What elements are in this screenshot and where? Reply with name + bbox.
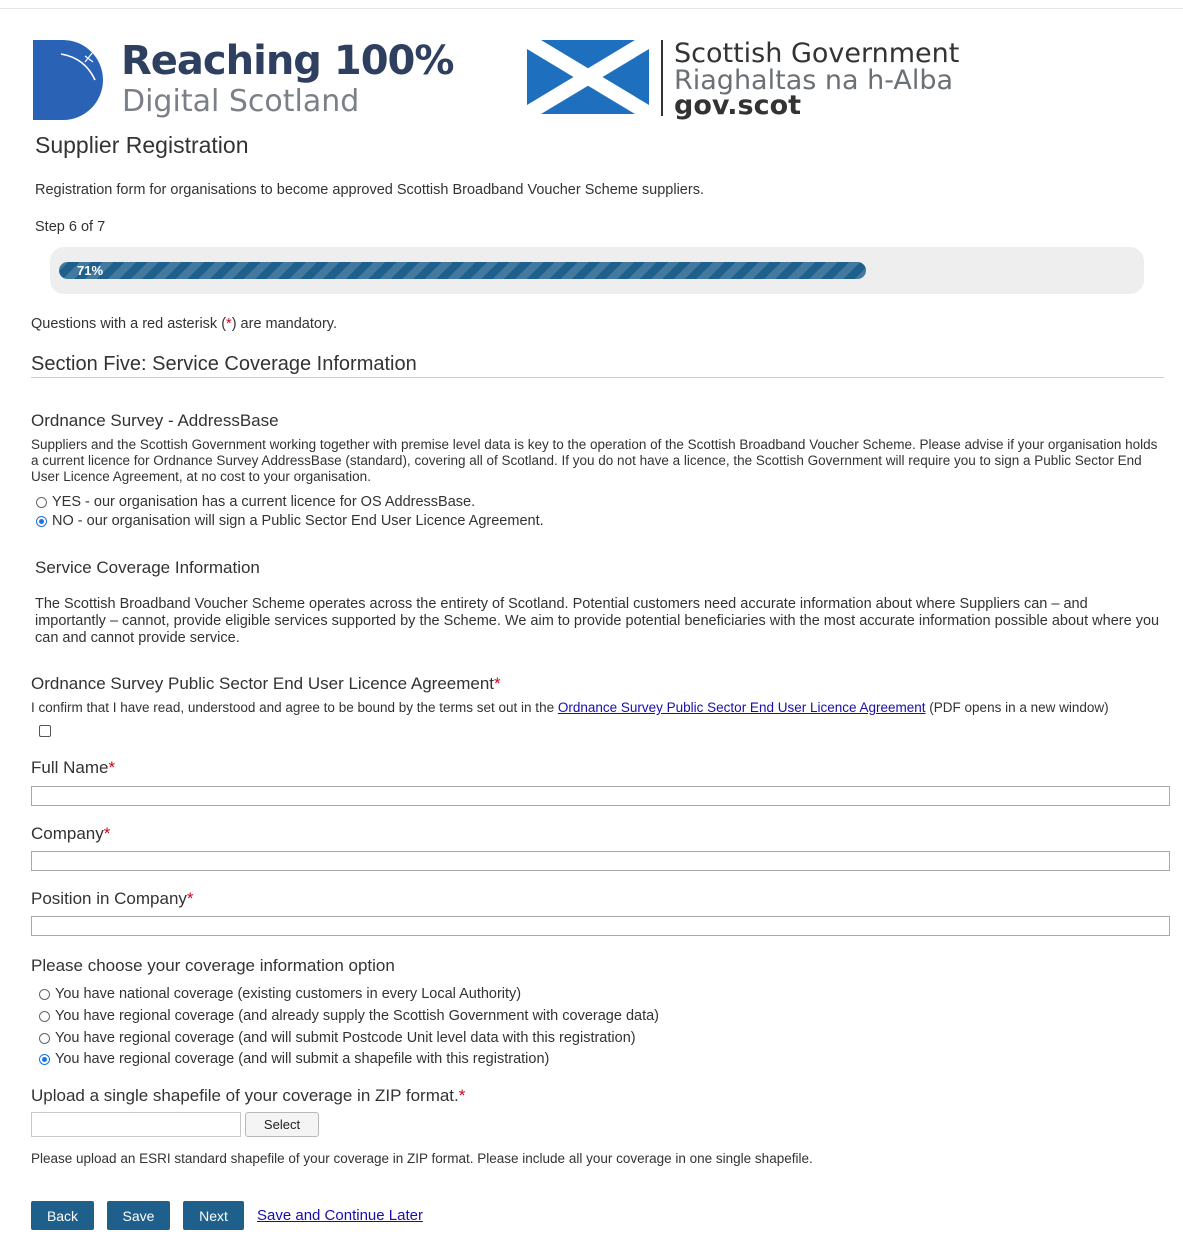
coverage-option-national[interactable]: You have national coverage (existing cus… (39, 986, 521, 1002)
full-name-label-text: Full Name (31, 758, 109, 777)
radio-label: You have national coverage (existing cus… (55, 986, 522, 1002)
reaching-100-logo-mark-icon (33, 40, 103, 120)
addressbase-option-yes[interactable]: YES - our organisation has a current lic… (36, 494, 475, 510)
radio-label: YES - our organisation has a current lic… (52, 494, 476, 510)
save-continue-later-link[interactable]: Save and Continue Later (257, 1207, 423, 1224)
progress-bar: 71% (50, 247, 1144, 294)
logo-divider (661, 40, 663, 116)
required-star: * (494, 674, 501, 693)
coverage-option-regional-postcode[interactable]: You have regional coverage (and will sub… (39, 1030, 636, 1046)
radio-button[interactable] (39, 988, 50, 1000)
required-star: * (108, 758, 116, 777)
section-divider (31, 377, 1164, 378)
save-button[interactable]: Save (107, 1201, 170, 1230)
next-button[interactable]: Next (183, 1201, 244, 1230)
full-name-input[interactable] (31, 786, 1170, 806)
back-button[interactable]: Back (31, 1201, 94, 1230)
top-border (0, 8, 1183, 9)
radio-button[interactable] (39, 1032, 50, 1044)
page-title: Supplier Registration (35, 132, 249, 158)
logo-subtitle: Digital Scotland (122, 84, 360, 119)
licence-heading: Ordnance Survey Public Sector End User L… (31, 674, 501, 694)
logo-title: Reaching 100% (121, 38, 454, 84)
company-label: Company* (31, 824, 110, 844)
radio-button[interactable] (39, 1010, 50, 1022)
mandatory-note-after: ) are mandatory. (231, 316, 337, 332)
licence-agreement-link[interactable]: Ordnance Survey Public Sector End User L… (558, 700, 926, 715)
position-label: Position in Company* (31, 889, 194, 909)
section-title: Section Five: Service Coverage Informati… (31, 353, 417, 375)
mandatory-note-before: Questions with a red asterisk ( (31, 316, 227, 332)
step-indicator: Step 6 of 7 (35, 219, 106, 235)
coverage-info-heading: Service Coverage Information (35, 558, 260, 577)
radio-button[interactable] (36, 496, 47, 508)
radio-label: You have regional coverage (and will sub… (55, 1051, 550, 1067)
position-label-text: Position in Company (31, 889, 187, 908)
licence-confirm-text: I confirm that I have read, understood a… (31, 700, 1109, 715)
scottish-government-logo: Scottish Government Riaghaltas na h-Alba… (527, 38, 967, 122)
sg-domain: gov.scot (674, 90, 802, 121)
shapefile-path-input[interactable] (31, 1112, 241, 1137)
licence-confirm-after: (PDF opens in a new window) (925, 700, 1109, 715)
coverage-info-description: The Scottish Broadband Voucher Scheme op… (35, 596, 1160, 646)
licence-heading-text: Ordnance Survey Public Sector End User L… (31, 674, 495, 693)
coverage-option-regional-shapefile[interactable]: You have regional coverage (and will sub… (39, 1051, 549, 1067)
full-name-label: Full Name* (31, 758, 115, 778)
page-intro: Registration form for organisations to b… (35, 182, 704, 198)
position-input[interactable] (31, 916, 1170, 936)
radio-label: You have regional coverage (and will sub… (55, 1030, 636, 1046)
select-file-button[interactable]: Select (245, 1112, 319, 1137)
addressbase-heading: Ordnance Survey - AddressBase (31, 411, 279, 430)
company-label-text: Company (31, 824, 104, 843)
licence-confirm-before: I confirm that I have read, understood a… (31, 700, 558, 715)
coverage-option-heading: Please choose your coverage information … (31, 956, 395, 975)
upload-heading-text: Upload a single shapefile of your covera… (31, 1086, 459, 1105)
radio-button[interactable] (39, 1053, 50, 1065)
upload-heading: Upload a single shapefile of your covera… (31, 1086, 465, 1106)
upload-help-text: Please upload an ESRI standard shapefile… (31, 1151, 813, 1166)
reaching-100-logo: Reaching 100% Digital Scotland (33, 38, 454, 122)
licence-confirm-checkbox[interactable] (39, 725, 51, 737)
radio-label: You have regional coverage (and already … (55, 1008, 659, 1024)
radio-button[interactable] (36, 515, 47, 527)
addressbase-option-no[interactable]: NO - our organisation will sign a Public… (36, 513, 544, 529)
company-input[interactable] (31, 851, 1170, 871)
required-star: * (103, 824, 111, 843)
saltire-flag-icon (527, 40, 649, 114)
progress-fill: 71% (59, 262, 866, 279)
mandatory-note: Questions with a red asterisk (*) are ma… (31, 316, 337, 332)
required-star: * (186, 889, 194, 908)
radio-label: NO - our organisation will sign a Public… (52, 513, 544, 529)
required-star: * (458, 1086, 466, 1105)
addressbase-description: Suppliers and the Scottish Government wo… (31, 437, 1158, 484)
coverage-option-regional-existing[interactable]: You have regional coverage (and already … (39, 1008, 659, 1024)
